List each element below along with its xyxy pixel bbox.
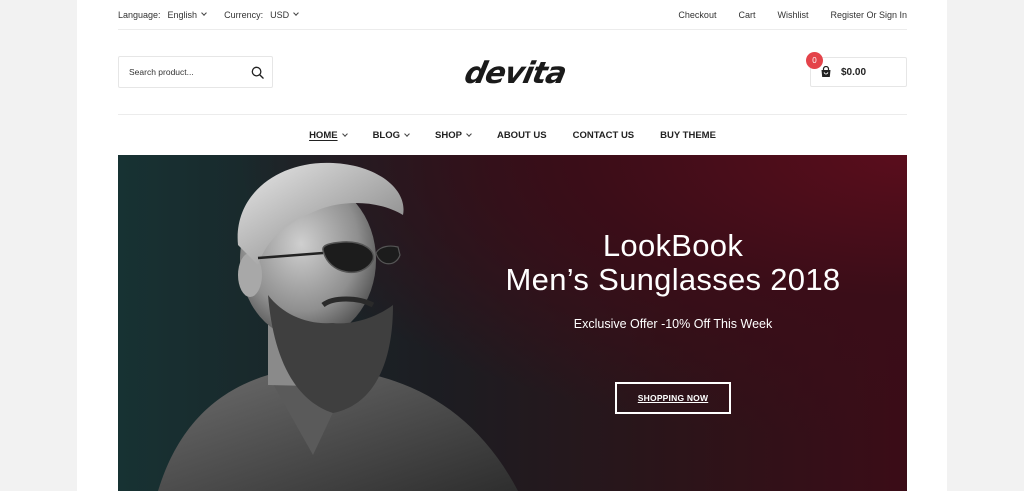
currency-label: Currency: (224, 9, 264, 20)
nav-item-contact-us[interactable]: CONTACT US (573, 130, 635, 141)
top-bar-left: Language: English Currency: USD (118, 10, 316, 20)
nav-item-buy-theme[interactable]: BUY THEME (660, 130, 716, 141)
language-selector[interactable]: Language: English (118, 9, 207, 20)
logo-text: devita (461, 56, 569, 90)
language-value[interactable]: English (168, 10, 207, 20)
currency-value-text: USD (270, 9, 290, 20)
currency-selector[interactable]: Currency: USD (224, 9, 299, 20)
hero-title-line1: LookBook (602, 228, 744, 263)
shopping-now-button[interactable]: SHOPPING NOW (615, 382, 731, 414)
nav-item-about-us[interactable]: ABOUT US (497, 130, 547, 141)
nav-item-label: SHOP (435, 129, 462, 141)
hero-subtitle: Exclusive Offer -10% Off This Week (573, 317, 773, 331)
wishlist-link[interactable]: Wishlist (777, 10, 808, 20)
logo[interactable]: devita (443, 56, 583, 90)
nav-item-home[interactable]: HOME (309, 129, 348, 141)
cart-count-badge: 0 (806, 52, 823, 69)
main-nav: HOME BLOG SHOP ABOUT US CONTACT US BUY T… (118, 115, 907, 155)
search-input[interactable] (129, 67, 239, 77)
hero-slider: LookBook Men’s Sunglasses 2018 Exclusive… (118, 155, 907, 491)
hero-copy: LookBook Men’s Sunglasses 2018 Exclusive… (468, 229, 878, 414)
nav-item-blog[interactable]: BLOG (372, 129, 410, 141)
chevron-down-icon (201, 10, 207, 16)
chevron-down-icon (466, 130, 472, 137)
nav-item-label: HOME (309, 129, 338, 141)
currency-value[interactable]: USD (270, 9, 299, 20)
cart-link[interactable]: Cart (738, 10, 755, 20)
language-value-text: English (167, 9, 198, 20)
top-bar: Language: English Currency: USD Checkout… (118, 0, 907, 30)
page: Language: English Currency: USD Checkout… (77, 0, 947, 491)
nav-item-label: CONTACT US (572, 129, 635, 141)
register-sign-in-link[interactable]: Register Or Sign In (830, 10, 907, 20)
nav-item-shop[interactable]: SHOP (435, 129, 472, 141)
top-bar-links: Checkout Cart Wishlist Register Or Sign … (656, 10, 907, 20)
mini-cart[interactable]: 0 $0.00 (806, 52, 907, 87)
nav-item-label: BLOG (372, 129, 401, 141)
header: devita 0 $0.00 (118, 30, 907, 115)
nav-item-label: BUY THEME (660, 129, 716, 141)
search-box (118, 56, 273, 88)
search-icon[interactable] (251, 66, 264, 79)
shopping-bag-icon (821, 66, 831, 77)
cart-total: $0.00 (841, 66, 867, 78)
checkout-link[interactable]: Checkout (678, 10, 716, 20)
chevron-down-icon (341, 130, 348, 137)
nav-item-label: ABOUT US (496, 129, 547, 141)
chevron-down-icon (293, 10, 299, 16)
hero-title-line2: Men’s Sunglasses 2018 (505, 262, 841, 297)
language-label: Language: (118, 9, 161, 20)
chevron-down-icon (404, 130, 410, 137)
